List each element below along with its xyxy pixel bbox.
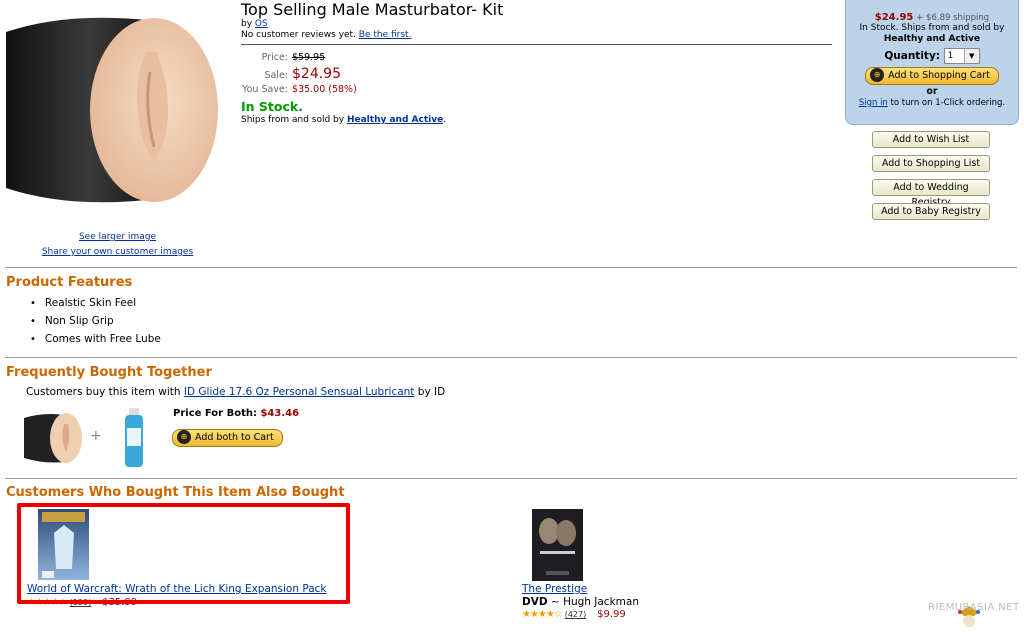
features-title: Product Features	[6, 275, 133, 290]
quantity-row: Quantity: 1 ▼	[846, 48, 1018, 64]
signin-suffix: to turn on 1-Click ordering.	[890, 98, 1006, 108]
quantity-label: Quantity:	[884, 50, 940, 62]
features-list: Realstic Skin Feel Non Slip Grip Comes w…	[30, 294, 161, 348]
or-label: or	[926, 86, 938, 97]
add-both-wrapper: ⊕ Add both to Cart	[172, 425, 283, 447]
prestige-rating: ★★★★☆ (427) $9.99	[522, 609, 626, 620]
fbt-price-label: Price For Both:	[173, 408, 257, 419]
be-first-review-link[interactable]: Be the first.	[359, 30, 412, 40]
title-divider	[241, 44, 832, 45]
highlight-box	[17, 503, 350, 604]
feature-item: Comes with Free Lube	[30, 330, 161, 348]
fbt-price: $43.46	[260, 408, 300, 419]
prestige-title-link[interactable]: The Prestige	[522, 583, 587, 595]
fbt-price-line: Price For Both: $43.46	[173, 408, 299, 419]
savings-row: You Save: $35.00 (58%)	[241, 84, 357, 95]
buybox-stock-line: In Stock. Ships from and sold by	[859, 23, 1005, 33]
brand-link[interactable]: OS	[255, 19, 268, 29]
lubricant-thumbnail[interactable]	[120, 408, 148, 468]
quantity-value: 1	[947, 51, 954, 61]
buy-box: $24.95 + $6.89 shipping In Stock. Ships …	[845, 0, 1019, 125]
chevron-down-icon: ▼	[963, 49, 979, 63]
add-to-wedding-registry-button[interactable]: Add to Wedding Registry	[872, 179, 990, 208]
byline: by OS	[241, 19, 268, 29]
add-both-to-cart-button[interactable]: ⊕ Add both to Cart	[172, 429, 283, 447]
quantity-select[interactable]: 1 ▼	[943, 48, 980, 64]
cart-icon: ⊕	[177, 429, 191, 444]
add-to-cart-label: Add to Shopping Cart	[888, 70, 990, 81]
feature-item: Non Slip Grip	[30, 312, 161, 330]
cart-icon: ⊕	[870, 67, 885, 82]
sale-label: Sale:	[264, 70, 288, 81]
add-to-shopping-list-button[interactable]: Add to Shopping List	[872, 155, 990, 172]
star-rating-icon: ★★★★☆	[522, 609, 563, 620]
format-label: DVD	[522, 596, 548, 608]
signin-link[interactable]: Sign in	[859, 98, 888, 108]
add-to-baby-registry-button[interactable]: Add to Baby Registry	[872, 203, 990, 220]
section-divider	[5, 357, 1017, 358]
prestige-cover-image[interactable]	[532, 509, 583, 581]
also-bought-title: Customers Who Bought This Item Also Boug…	[6, 485, 345, 500]
signin-line: Sign in to turn on 1-Click ordering.	[846, 98, 1018, 108]
format-separator: ~	[550, 596, 560, 608]
buybox-price-line: $24.95 + $6.89 shipping	[846, 12, 1018, 23]
price-label: Price:	[261, 52, 288, 63]
save-label: You Save:	[242, 84, 288, 95]
watermark: RIEMURASIA.NET	[928, 602, 1020, 613]
section-divider	[5, 478, 1017, 479]
fbt-product-thumbnail[interactable]	[24, 412, 82, 464]
ships-prefix: Ships from and sold by	[241, 115, 345, 125]
sale-price: $24.95	[292, 66, 341, 82]
product-image[interactable]	[6, 12, 218, 208]
seller-link[interactable]: Healthy and Active	[347, 115, 443, 125]
feature-item: Realstic Skin Feel	[30, 294, 161, 312]
fbt-suffix: by ID	[417, 386, 446, 398]
buybox-seller: Healthy and Active	[883, 34, 981, 44]
stock-status: In Stock.	[241, 99, 303, 114]
see-larger-image-link[interactable]: See larger image	[79, 232, 156, 242]
by-label: by	[241, 19, 253, 29]
product-title: Top Selling Male Masturbator- Kit	[241, 0, 504, 19]
section-divider	[5, 267, 1017, 268]
add-to-wish-list-button[interactable]: Add to Wish List	[872, 131, 990, 148]
add-both-label: Add both to Cart	[195, 432, 274, 443]
ships-from-line: Ships from and sold by Healthy and Activ…	[241, 115, 446, 125]
list-price-row: Price: $59.95	[241, 52, 326, 63]
share-images-link[interactable]: Share your own customer images	[42, 247, 193, 257]
fbt-title: Frequently Bought Together	[6, 365, 212, 380]
add-to-cart-button[interactable]: ⊕ Add to Shopping Cart	[865, 67, 999, 85]
fbt-prefix: Customers buy this item with	[26, 386, 181, 398]
reviews-line: No customer reviews yet. Be the first.	[241, 30, 411, 40]
creator-name: Hugh Jackman	[563, 596, 639, 608]
prestige-price: $9.99	[597, 609, 626, 620]
sale-price-row: Sale: $24.95	[241, 66, 341, 82]
image-links: See larger image Share your own customer…	[30, 230, 205, 260]
review-count-link[interactable]: (427)	[565, 610, 587, 619]
savings-value: $35.00 (58%)	[292, 84, 357, 95]
fbt-text: Customers buy this item with ID Glide 17…	[26, 386, 445, 398]
buybox-price: $24.95	[874, 12, 914, 23]
ships-suffix: .	[443, 115, 447, 125]
prestige-format-line: DVD ~ Hugh Jackman	[522, 596, 639, 608]
list-price: $59.95	[292, 52, 326, 63]
reviews-text: No customer reviews yet.	[241, 30, 356, 40]
fbt-item-link[interactable]: ID Glide 17.6 Oz Personal Sensual Lubric…	[184, 386, 415, 398]
buybox-shipping: + $6.89 shipping	[916, 13, 990, 23]
plus-sign: +	[90, 428, 102, 444]
